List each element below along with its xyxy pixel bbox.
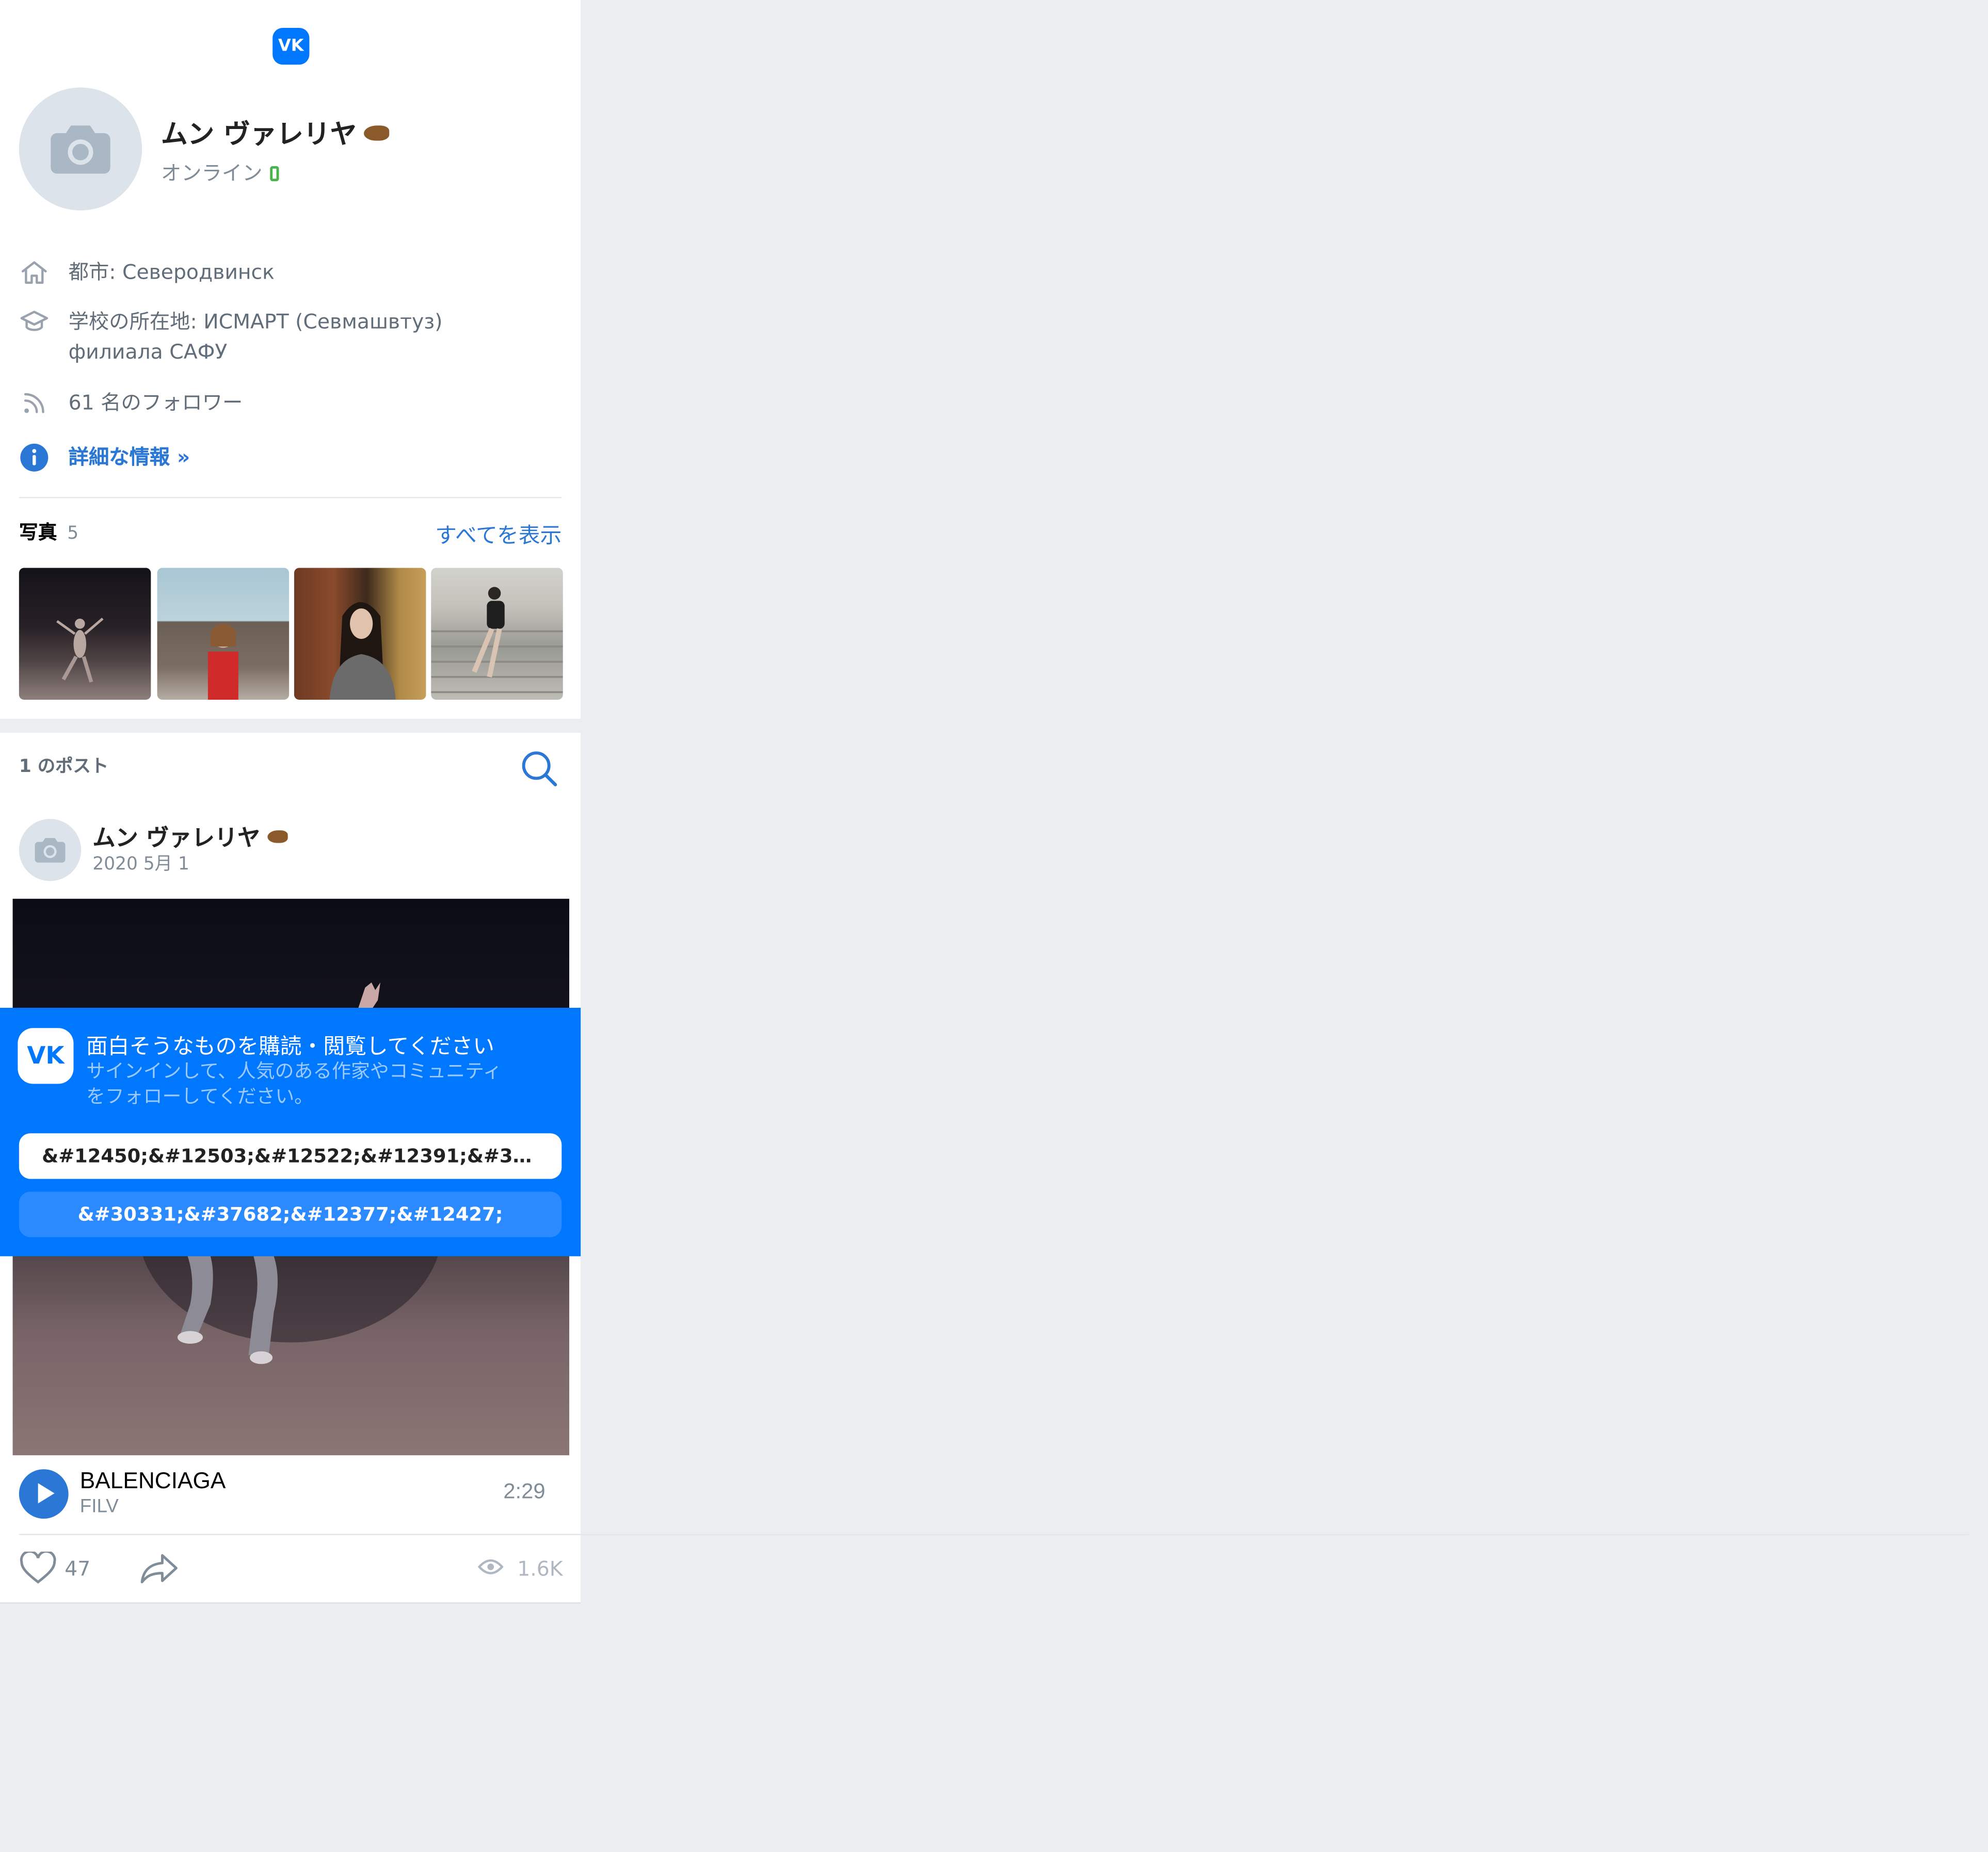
track-duration: 2:29 — [503, 1479, 546, 1504]
more-info-text: 詳細な情報 » — [68, 445, 190, 469]
view-count: 1.6K — [517, 1556, 563, 1581]
photo-thumbnail-4[interactable] — [431, 568, 563, 700]
track-title[interactable]: BALENCIAGA — [80, 1468, 226, 1495]
info-city-text: 都市: Северодвинск — [68, 260, 275, 284]
rss-feed-icon — [24, 393, 44, 413]
online-status-text: オンライン — [161, 160, 263, 185]
post-author-name[interactable]: ムン ヴァレリヤ — [92, 820, 288, 853]
info-school-line2: филиала САФУ — [68, 340, 228, 364]
photo-figure-4 — [431, 587, 563, 694]
posts-count: 1 のポスト — [19, 756, 109, 777]
eye-icon — [478, 1559, 504, 1574]
camera-icon — [51, 125, 110, 174]
photo-figure-3 — [329, 602, 396, 700]
photos-count: 5 — [67, 523, 79, 544]
profile-name-text: ムン ヴァレリヤ — [161, 119, 357, 150]
photo-figure-1 — [56, 617, 104, 683]
share-icon[interactable] — [139, 1552, 180, 1585]
profile-avatar[interactable] — [19, 87, 142, 211]
heart-icon[interactable] — [19, 1551, 57, 1585]
info-followers-text: 61 名のフォロワー — [68, 390, 243, 415]
page: VK ムン ヴァレリヤ オンライン 都市: Северодвинск 学校の所在… — [0, 0, 1988, 1852]
info-school-line1: 学校の所在地: ИСМАРТ (Севмашвтуз) — [68, 309, 443, 334]
post-author-name-text: ムン ヴァレリヤ — [92, 825, 261, 852]
banner-title: 面白そうなものを購読・閲覧してください — [86, 1034, 495, 1060]
hedgehog-emoji-icon — [364, 125, 390, 141]
graduation-cap-icon — [20, 311, 49, 331]
signin-banner: VK 面白そうなものを購読・閲覧してください サインインして、人気のある作家やコ… — [0, 1007, 581, 1257]
play-button[interactable] — [19, 1469, 69, 1519]
search-icon[interactable] — [520, 749, 558, 787]
post-author-avatar[interactable] — [19, 818, 82, 881]
show-all-photos-link[interactable]: すべてを表示 — [435, 517, 562, 549]
photos-title: 写真 — [19, 521, 57, 544]
divider — [19, 1534, 1969, 1535]
login-button[interactable]: &#30331;&#37682;&#12377;&#12427; — [19, 1191, 562, 1237]
photo-thumbnail-3[interactable] — [294, 568, 426, 700]
home-icon — [22, 261, 47, 284]
divider — [19, 496, 562, 498]
camera-icon — [35, 838, 66, 863]
photo-figure-2 — [207, 623, 238, 700]
online-status: オンライン — [161, 156, 279, 186]
vk-logo-icon[interactable]: VK — [272, 28, 310, 65]
photo-thumbnail-2[interactable] — [157, 568, 290, 700]
hedgehog-emoji-icon — [268, 830, 288, 843]
info-icon — [20, 443, 49, 472]
like-count: 47 — [65, 1556, 91, 1581]
photo-thumbnail-1[interactable] — [19, 568, 151, 700]
banner-subtitle: サインインして、人気のある作家やコミュニティをフォローしてください。 — [86, 1059, 502, 1108]
profile-card: VK ムン ヴァレリヤ オンライン 都市: Северодвинск 学校の所在… — [0, 0, 581, 719]
signup-button[interactable]: &#12450;&#12503;&#12522;&#12391;&#38283;… — [19, 1133, 562, 1179]
profile-name: ムン ヴァレリヤ — [161, 114, 390, 152]
vk-logo-icon: VK — [18, 1028, 74, 1084]
mobile-phone-icon — [270, 166, 279, 182]
track-artist[interactable]: FILV — [80, 1496, 119, 1518]
post-date[interactable]: 2020 5月 1 — [92, 850, 189, 876]
photos-header: 写真 5 — [19, 519, 78, 545]
